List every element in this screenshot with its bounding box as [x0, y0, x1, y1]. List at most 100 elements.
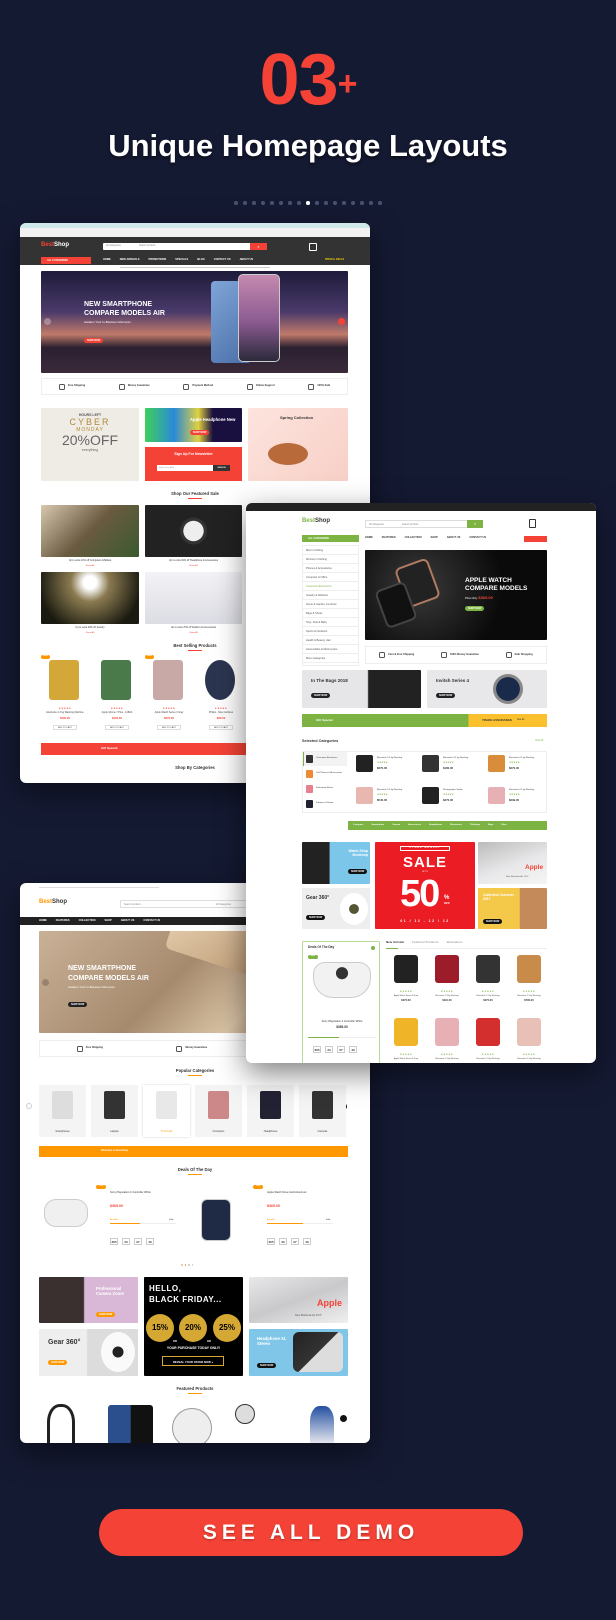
product-tab[interactable]: New Arrivals — [386, 940, 404, 944]
product-tab[interactable]: Featured Products — [412, 940, 439, 944]
pagination-dot[interactable] — [369, 201, 373, 205]
category-tab-link[interactable]: Clothings — [470, 824, 480, 826]
shop-now-button[interactable]: SHOP NOW — [348, 869, 368, 874]
newsletter-submit-button[interactable]: SIGN IN — [213, 465, 230, 471]
search-input[interactable]: Search product... All Categories — [120, 900, 248, 908]
shop-now-button[interactable]: SHOP NOW — [465, 606, 485, 611]
category-label[interactable]: Cell Phones & Accessories — [316, 772, 346, 774]
camera-banner[interactable]: Professional Camera Zoom SHOP NOW — [39, 1277, 138, 1323]
product-name[interactable]: Apple Watch Series 3 Gray — [386, 995, 426, 997]
bags-banner[interactable]: In The Bags 2018 SHOP NOW — [302, 670, 421, 708]
category-label[interactable]: Consumer Electronics — [316, 757, 346, 759]
shop-now-button[interactable]: SHOP NOW — [84, 338, 104, 343]
nav-item[interactable]: SPECIALS — [175, 258, 188, 262]
shop-now-button[interactable]: SHOP NOW — [96, 1312, 116, 1317]
all-categories-button[interactable]: ALL CATEGORIES — [302, 535, 359, 542]
category-tab-link[interactable]: Smartphone — [371, 824, 384, 826]
product-name[interactable]: Sony Playstation 4 Controller White — [110, 1191, 151, 1195]
product-name[interactable]: Electrolux 2.3 kg Washing — [509, 995, 549, 997]
product-image[interactable] — [517, 1018, 541, 1046]
prev-arrow-icon[interactable] — [26, 1103, 32, 1109]
show-all-link[interactable]: Show All — [145, 632, 242, 634]
next-arrow-icon[interactable] — [338, 318, 345, 325]
nav-item[interactable]: COLLECTION — [405, 536, 422, 540]
nav-item[interactable]: BLOG — [197, 258, 205, 262]
black-friday-banner[interactable]: HELLO, BLACK FRIDAY... 15% 20% 25% OR OR… — [144, 1277, 243, 1376]
featured-image-computers[interactable] — [41, 505, 139, 557]
next-arrow-icon[interactable] — [340, 1415, 347, 1422]
product-image[interactable] — [153, 660, 183, 700]
shop-now-button[interactable]: SHOP NOW — [483, 919, 503, 924]
reveal-offer-button[interactable]: REVEAL YOUR OFFER NOW » — [162, 1356, 224, 1366]
product-name[interactable]: Electrolux 2.3 kg Washing — [377, 789, 402, 791]
category-tab-link[interactable]: Computer — [353, 824, 363, 826]
add-to-cart-button[interactable]: ADD TO CART — [157, 725, 181, 730]
sidebar-category[interactable]: Women's Clothing — [303, 555, 358, 564]
product-name[interactable]: Electrolux 2.3 kg Washing — [509, 789, 534, 791]
headphone-stereo-banner[interactable]: Headphone XL Stereo SHOP NOW — [249, 1329, 348, 1376]
product-name[interactable]: Apple Watch Series 3 Gray — [145, 711, 193, 715]
nav-item[interactable]: CONTACT US — [143, 919, 160, 923]
product-image[interactable] — [422, 787, 439, 804]
sidebar-category[interactable]: More Categories — [303, 654, 358, 663]
sidebar-category[interactable]: Bags & Shoes — [303, 609, 358, 618]
nav-item[interactable]: ABOUT US — [121, 919, 135, 923]
product-name[interactable]: Electrolux 2.3 kg Washing — [427, 1058, 467, 1060]
category-tab-link[interactable]: Electronics — [450, 824, 462, 826]
category-tab-link[interactable]: More — [501, 824, 506, 826]
show-all-link[interactable]: Show All — [145, 565, 242, 567]
collection-summer-banner[interactable]: Collection Summer 2017 SHOP NOW — [478, 888, 547, 929]
product-name[interactable]: Electrolux 2.3 kg Washing Machine — [41, 711, 89, 715]
shop-now-button[interactable]: SHOP NOW — [306, 915, 326, 920]
pagination-dot[interactable] — [261, 201, 265, 205]
robot-product-image[interactable] — [310, 1406, 334, 1443]
featured-image-fashion[interactable] — [145, 572, 242, 624]
spring-collection-banner[interactable]: Spring Collection — [248, 408, 348, 481]
search-button[interactable]: ⌕ — [467, 520, 483, 528]
sidebar-category[interactable]: Men's Clothing — [303, 546, 358, 555]
cart-icon[interactable] — [529, 519, 536, 528]
headphone-banner[interactable]: Apple Headphone New SHOP NOW — [145, 408, 242, 442]
cart-icon[interactable] — [309, 243, 317, 251]
pagination-dot[interactable] — [297, 201, 301, 205]
sidebar-category[interactable]: Jewelry & Watches — [303, 591, 358, 600]
pagination-dot[interactable] — [252, 201, 256, 205]
product-tab[interactable]: Bestsellers — [447, 940, 463, 944]
pagination-dot[interactable] — [288, 201, 292, 205]
product-name[interactable]: Apple Iphone 7 Plus - 128Gb — [93, 711, 141, 715]
category-tab-link[interactable]: Bags — [488, 824, 493, 826]
sidebar-category[interactable]: Consumer Electronics — [303, 582, 358, 591]
nav-item[interactable]: HOME — [103, 258, 111, 262]
product-image[interactable] — [435, 1018, 459, 1046]
product-image[interactable] — [476, 955, 500, 983]
cyber-monday-banner[interactable]: HOURS LEFT CYBER MONDAY 20%OFF everythin… — [41, 408, 139, 481]
show-all-link[interactable]: Show All — [41, 565, 139, 567]
product-image[interactable] — [356, 755, 373, 772]
see-all-demo-button[interactable]: SEE ALL DEMO — [99, 1509, 523, 1556]
pagination-dot[interactable] — [351, 201, 355, 205]
nav-item[interactable]: HOME — [365, 536, 373, 540]
sidebar-category[interactable]: Home & Garden, Furniture — [303, 600, 358, 609]
camera-360-product-image[interactable] — [235, 1404, 255, 1424]
shop-now-button[interactable]: SHOP NOW — [190, 430, 210, 435]
prev-arrow-icon[interactable] — [44, 318, 51, 325]
product-name[interactable]: Electrolux 2.3 kg Washing — [468, 1058, 508, 1060]
nav-item[interactable]: HOME — [39, 919, 47, 923]
nav-item[interactable]: CONTACT US — [469, 536, 486, 540]
category-tab-link[interactable]: Accessories — [408, 824, 421, 826]
pagination-dot[interactable] — [378, 201, 382, 205]
gear-360-banner[interactable]: Gear 360° SHOP NOW — [39, 1329, 138, 1376]
special-button[interactable] — [524, 536, 547, 542]
product-image[interactable] — [488, 787, 505, 804]
hero-banner[interactable]: APPLE WATCH COMPARE MODELS Price Only: $… — [365, 550, 547, 640]
product-image[interactable] — [488, 755, 505, 772]
all-categories-button[interactable]: ALL CATEGORIES — [41, 257, 91, 264]
featured-image-headphones[interactable] — [145, 505, 242, 557]
product-name[interactable]: Electrolux 2.3 kg Washing — [427, 995, 467, 997]
sidebar-category[interactable]: Toys, Kids & Baby — [303, 618, 358, 627]
nav-item[interactable]: COLLECTION — [79, 919, 96, 923]
nav-item[interactable]: SHOP — [430, 536, 437, 540]
pagination-dot[interactable] — [243, 201, 247, 205]
sidebar-category[interactable]: Automobiles & Motorcycles — [303, 645, 358, 654]
product-image[interactable] — [49, 660, 79, 700]
